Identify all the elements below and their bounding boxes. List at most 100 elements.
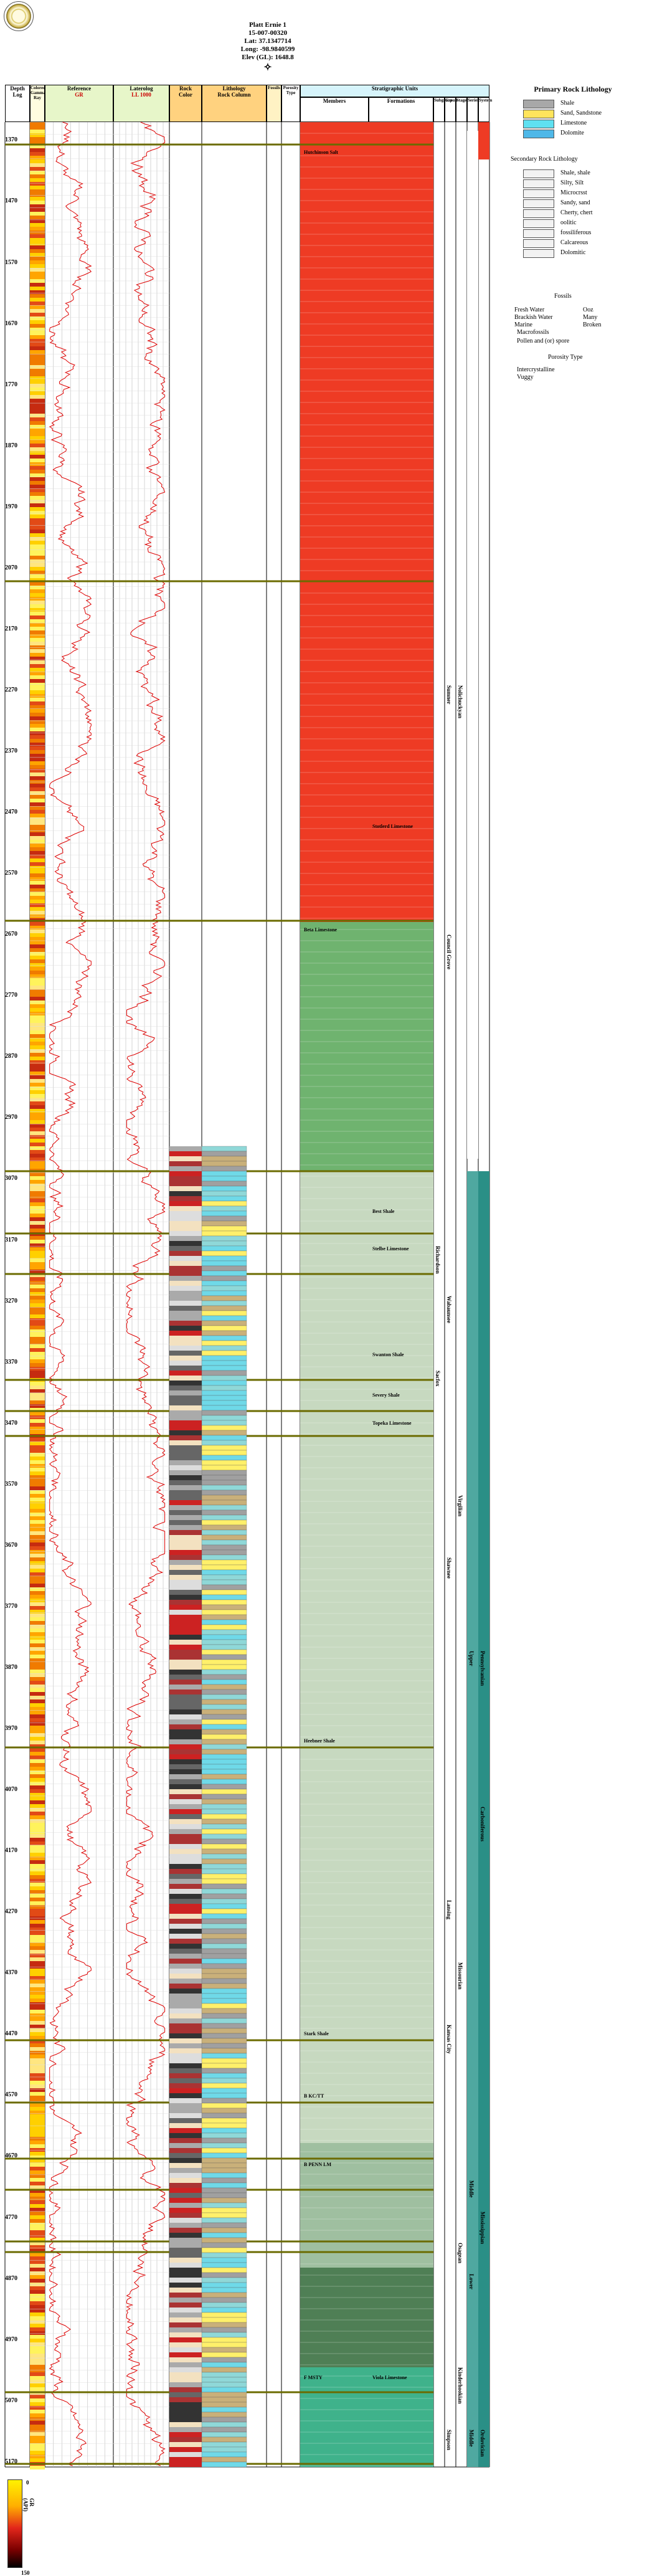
rock-color-band xyxy=(169,1839,202,1844)
gamma-band xyxy=(30,978,45,982)
gamma-band xyxy=(30,679,45,683)
gamma-band xyxy=(30,2103,45,2107)
lithology-band xyxy=(201,2182,247,2189)
rock-color-band xyxy=(169,1714,202,1719)
gamma-band xyxy=(30,735,45,739)
secondary-legend-item: Microcrsst xyxy=(560,189,587,196)
gamma-band xyxy=(30,2219,45,2223)
gamma-band xyxy=(30,350,45,354)
gamma-band xyxy=(30,948,45,952)
gamma-band xyxy=(30,997,45,1000)
gamma-band xyxy=(30,728,45,731)
lithology-band xyxy=(201,2043,247,2049)
lithology-band xyxy=(201,1495,247,1501)
lithology-band xyxy=(201,2387,247,2393)
lithology-band xyxy=(201,1440,247,1446)
gamma-band xyxy=(30,496,45,500)
rock-color-band xyxy=(169,1261,202,1266)
gamma-band xyxy=(30,1812,45,1815)
lithology-band xyxy=(201,2332,247,2338)
depth-label: 4970 xyxy=(5,2336,17,2343)
gamma-band xyxy=(30,1890,45,1894)
gamma-band xyxy=(30,787,45,791)
gamma-band xyxy=(30,1460,45,1464)
lithology-band xyxy=(201,1240,247,1247)
rock-color-band xyxy=(169,2307,202,2312)
depth-label: 3470 xyxy=(5,1419,17,1427)
lithology-band xyxy=(201,1260,247,1267)
lithology-band xyxy=(201,2053,247,2059)
lithology-band xyxy=(201,1534,247,1541)
lithology-band xyxy=(201,1823,247,1830)
gamma-band xyxy=(30,2227,45,2230)
gamma-band xyxy=(30,380,45,384)
gamma-band xyxy=(30,1333,45,1337)
gamma-band xyxy=(30,1685,45,1688)
gamma-band xyxy=(30,1845,45,1849)
gamma-band xyxy=(30,1337,45,1341)
lithology-band xyxy=(201,1858,247,1865)
lithology-band xyxy=(201,1704,247,1710)
rock-color-band xyxy=(169,1954,202,1959)
gamma-band xyxy=(30,2413,45,2417)
rock-color-band xyxy=(169,1974,202,1979)
lithology-band xyxy=(201,2222,247,2228)
strat-block xyxy=(300,922,433,1171)
depth-label: 3570 xyxy=(5,1480,17,1488)
lithology-band xyxy=(201,1694,247,1700)
depth-label: 2770 xyxy=(5,992,17,999)
gamma-band xyxy=(30,1154,45,1157)
gamma-band xyxy=(30,1101,45,1105)
gamma-band xyxy=(30,1838,45,1842)
gamma-band xyxy=(30,174,45,178)
gamma-band xyxy=(30,216,45,219)
rock-color-band xyxy=(169,2148,202,2153)
gamma-band xyxy=(30,1830,45,1834)
lithology-band xyxy=(201,1415,247,1421)
gamma-band xyxy=(30,903,45,907)
gamma-band xyxy=(30,1479,45,1483)
lithology-band xyxy=(201,2033,247,2039)
gamma-band xyxy=(30,406,45,410)
gamma-band xyxy=(30,1670,45,1673)
gamma-band xyxy=(30,1135,45,1139)
lithology-band xyxy=(201,1594,247,1600)
lithology-band xyxy=(201,1171,247,1177)
gamma-band xyxy=(30,2036,45,2040)
lithology-band xyxy=(201,1255,247,1262)
gamma-band xyxy=(30,982,45,986)
gamma-band xyxy=(30,1883,45,1886)
gamma-band xyxy=(30,1202,45,1206)
rock-color-band xyxy=(169,2003,202,2008)
rock-color-band xyxy=(169,1176,202,1181)
lithology-band xyxy=(201,2347,247,2353)
rock-color-band xyxy=(169,1311,202,1316)
lithology-band xyxy=(201,1903,247,1909)
gamma-band xyxy=(30,515,45,518)
gamma-band xyxy=(30,1898,45,1901)
rock-color-band xyxy=(169,2138,202,2143)
rock-color-band xyxy=(169,1276,202,1281)
gamma-band xyxy=(30,1550,45,1554)
gamma-band xyxy=(30,1344,45,1348)
lithology-band xyxy=(201,2227,247,2233)
primary-swatch xyxy=(523,110,554,118)
depth-label: 2270 xyxy=(5,686,17,693)
lithology-band xyxy=(201,2317,247,2323)
gamma-band xyxy=(30,526,45,530)
lithology-band xyxy=(201,2412,247,2418)
gamma-band xyxy=(30,2070,45,2073)
strat-vertical-label: Virgilian xyxy=(457,1495,463,1517)
lithology-band xyxy=(201,1265,247,1271)
gamma-band xyxy=(30,1961,45,1965)
gamma-band xyxy=(30,324,45,328)
gamma-band xyxy=(30,926,45,929)
fossil-legend-item: Many xyxy=(583,314,598,321)
gamma-band xyxy=(30,444,45,447)
gamma-band xyxy=(30,1255,45,1258)
gamma-band xyxy=(30,257,45,260)
secondary-swatch xyxy=(523,249,554,258)
secondary-swatch xyxy=(523,229,554,238)
rock-color-band xyxy=(169,1794,202,1799)
gamma-band xyxy=(30,1763,45,1767)
